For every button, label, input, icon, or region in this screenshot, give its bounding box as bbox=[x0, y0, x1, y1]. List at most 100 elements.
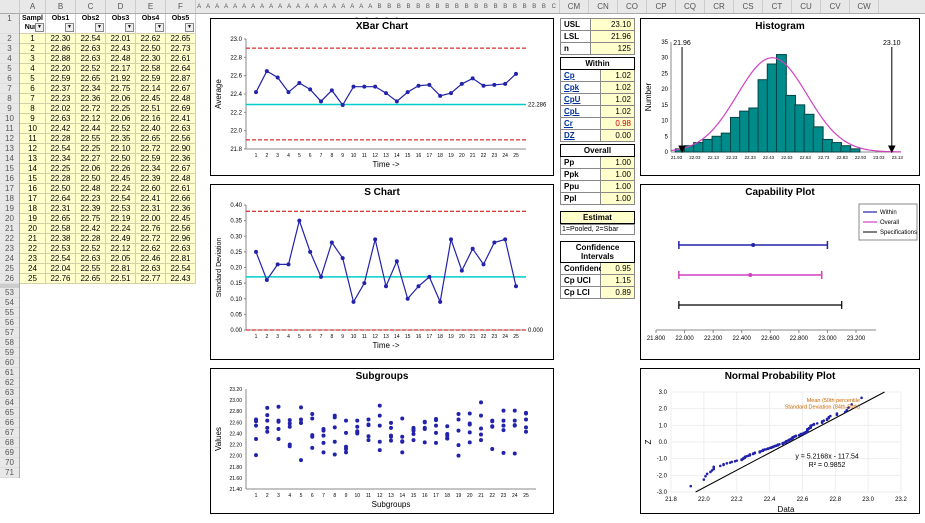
cell[interactable]: 22.52 bbox=[76, 244, 106, 254]
filter-dropdown[interactable]: ▼ bbox=[65, 23, 74, 32]
cell[interactable]: 7 bbox=[20, 94, 46, 104]
cell[interactable]: 22.62 bbox=[136, 34, 166, 44]
row-5[interactable]: 5 bbox=[0, 64, 19, 74]
cell[interactable]: 12 bbox=[20, 144, 46, 154]
col-cr[interactable]: CR bbox=[705, 0, 734, 13]
filter-dropdown[interactable]: ▼ bbox=[95, 23, 104, 32]
col-cp[interactable]: CP bbox=[647, 0, 676, 13]
cell[interactable]: 22.65 bbox=[46, 214, 76, 224]
cell[interactable]: 22.56 bbox=[166, 224, 196, 234]
cell[interactable]: 22.61 bbox=[166, 54, 196, 64]
row-3[interactable]: 3 bbox=[0, 44, 19, 54]
cell[interactable]: 22.24 bbox=[106, 184, 136, 194]
header-obs1[interactable]: Obs1▼ bbox=[46, 14, 76, 34]
header-samplnum[interactable]: Sampl Num▼ bbox=[20, 14, 46, 34]
cell[interactable]: 22.46 bbox=[136, 254, 166, 264]
row-54[interactable]: 54 bbox=[0, 298, 19, 308]
row-4[interactable]: 4 bbox=[0, 54, 19, 64]
cell[interactable]: 19 bbox=[20, 214, 46, 224]
cell[interactable]: 22.25 bbox=[46, 164, 76, 174]
cell[interactable]: 22.16 bbox=[136, 114, 166, 124]
cell[interactable]: 22.06 bbox=[76, 164, 106, 174]
cell[interactable]: 22.14 bbox=[136, 84, 166, 94]
cell[interactable]: 22.54 bbox=[46, 254, 76, 264]
cell[interactable]: 22.67 bbox=[166, 164, 196, 174]
cell[interactable]: 21 bbox=[20, 234, 46, 244]
col-cv[interactable]: CV bbox=[821, 0, 850, 13]
row-21[interactable]: 21 bbox=[0, 224, 19, 234]
row-16[interactable]: 16 bbox=[0, 174, 19, 184]
header-obs3[interactable]: Obs3▼ bbox=[106, 14, 136, 34]
filter-dropdown[interactable]: ▼ bbox=[155, 23, 164, 32]
row-25[interactable]: 25 bbox=[0, 264, 19, 274]
row-14[interactable]: 14 bbox=[0, 154, 19, 164]
cell[interactable]: 22.48 bbox=[76, 184, 106, 194]
cell[interactable]: 11 bbox=[20, 134, 46, 144]
cell[interactable]: 22.54 bbox=[46, 144, 76, 154]
cell[interactable]: 22.81 bbox=[106, 264, 136, 274]
row-12[interactable]: 12 bbox=[0, 134, 19, 144]
row-9[interactable]: 9 bbox=[0, 104, 19, 114]
cell[interactable]: 22.43 bbox=[106, 44, 136, 54]
cell[interactable]: 22.65 bbox=[136, 134, 166, 144]
cell[interactable]: 22.66 bbox=[166, 194, 196, 204]
cell[interactable]: 22.04 bbox=[46, 264, 76, 274]
cell[interactable]: 23 bbox=[20, 254, 46, 264]
row-8[interactable]: 8 bbox=[0, 94, 19, 104]
cell[interactable]: 6 bbox=[20, 84, 46, 94]
cell[interactable]: 22.60 bbox=[136, 184, 166, 194]
cell[interactable]: 22.87 bbox=[166, 74, 196, 84]
cell[interactable]: 22.56 bbox=[166, 134, 196, 144]
cell[interactable]: 22.63 bbox=[46, 114, 76, 124]
cell[interactable]: 22.50 bbox=[76, 174, 106, 184]
cell[interactable]: 22.27 bbox=[76, 154, 106, 164]
cell[interactable]: 22.28 bbox=[46, 134, 76, 144]
cell[interactable]: 22.17 bbox=[106, 64, 136, 74]
row-1[interactable]: 1 bbox=[0, 14, 19, 34]
cell[interactable]: 22.67 bbox=[166, 84, 196, 94]
cell[interactable]: 22.35 bbox=[106, 134, 136, 144]
cell[interactable]: 22.44 bbox=[76, 124, 106, 134]
cell[interactable]: 5 bbox=[20, 74, 46, 84]
header-obs4[interactable]: Obs4▼ bbox=[136, 14, 166, 34]
col-ct[interactable]: CT bbox=[763, 0, 792, 13]
cell[interactable]: 22.50 bbox=[136, 44, 166, 54]
cell[interactable]: 22.63 bbox=[166, 124, 196, 134]
cell[interactable]: 22.28 bbox=[76, 234, 106, 244]
row-63[interactable]: 63 bbox=[0, 388, 19, 398]
cell[interactable]: 22.81 bbox=[166, 254, 196, 264]
cell[interactable]: 22.06 bbox=[106, 94, 136, 104]
cell[interactable]: 2 bbox=[20, 44, 46, 54]
cell[interactable]: 22.42 bbox=[46, 124, 76, 134]
cell[interactable]: 22.51 bbox=[136, 104, 166, 114]
cell[interactable]: 22.63 bbox=[76, 254, 106, 264]
row-6[interactable]: 6 bbox=[0, 74, 19, 84]
filter-dropdown[interactable]: ▼ bbox=[125, 23, 134, 32]
cell[interactable]: 22.12 bbox=[106, 244, 136, 254]
cell[interactable]: 22.54 bbox=[166, 264, 196, 274]
cell[interactable]: 22.69 bbox=[166, 104, 196, 114]
cell[interactable]: 22.63 bbox=[76, 54, 106, 64]
col-c[interactable]: C bbox=[76, 0, 106, 13]
row-2[interactable]: 2 bbox=[0, 34, 19, 44]
stat-label-cr[interactable]: Cr bbox=[561, 118, 601, 129]
cell[interactable]: 22.24 bbox=[106, 224, 136, 234]
cell[interactable]: 22.25 bbox=[106, 104, 136, 114]
cell[interactable]: 22.23 bbox=[46, 94, 76, 104]
row-56[interactable]: 56 bbox=[0, 318, 19, 328]
cell[interactable]: 22.42 bbox=[76, 224, 106, 234]
cell[interactable]: 4 bbox=[20, 64, 46, 74]
cell[interactable]: 22.28 bbox=[46, 174, 76, 184]
stat-label-cpk[interactable]: Cpk bbox=[561, 82, 601, 93]
row-19[interactable]: 19 bbox=[0, 204, 19, 214]
cell[interactable]: 22.48 bbox=[106, 54, 136, 64]
cell[interactable]: 22.52 bbox=[106, 124, 136, 134]
row-22[interactable]: 22 bbox=[0, 234, 19, 244]
cell[interactable]: 22.36 bbox=[166, 204, 196, 214]
col-e[interactable]: E bbox=[136, 0, 166, 13]
cell[interactable]: 21.92 bbox=[106, 74, 136, 84]
cell[interactable]: 22.40 bbox=[136, 124, 166, 134]
stat-label-cp[interactable]: Cp bbox=[561, 70, 601, 81]
col-d[interactable]: D bbox=[106, 0, 136, 13]
col-co[interactable]: CO bbox=[618, 0, 647, 13]
